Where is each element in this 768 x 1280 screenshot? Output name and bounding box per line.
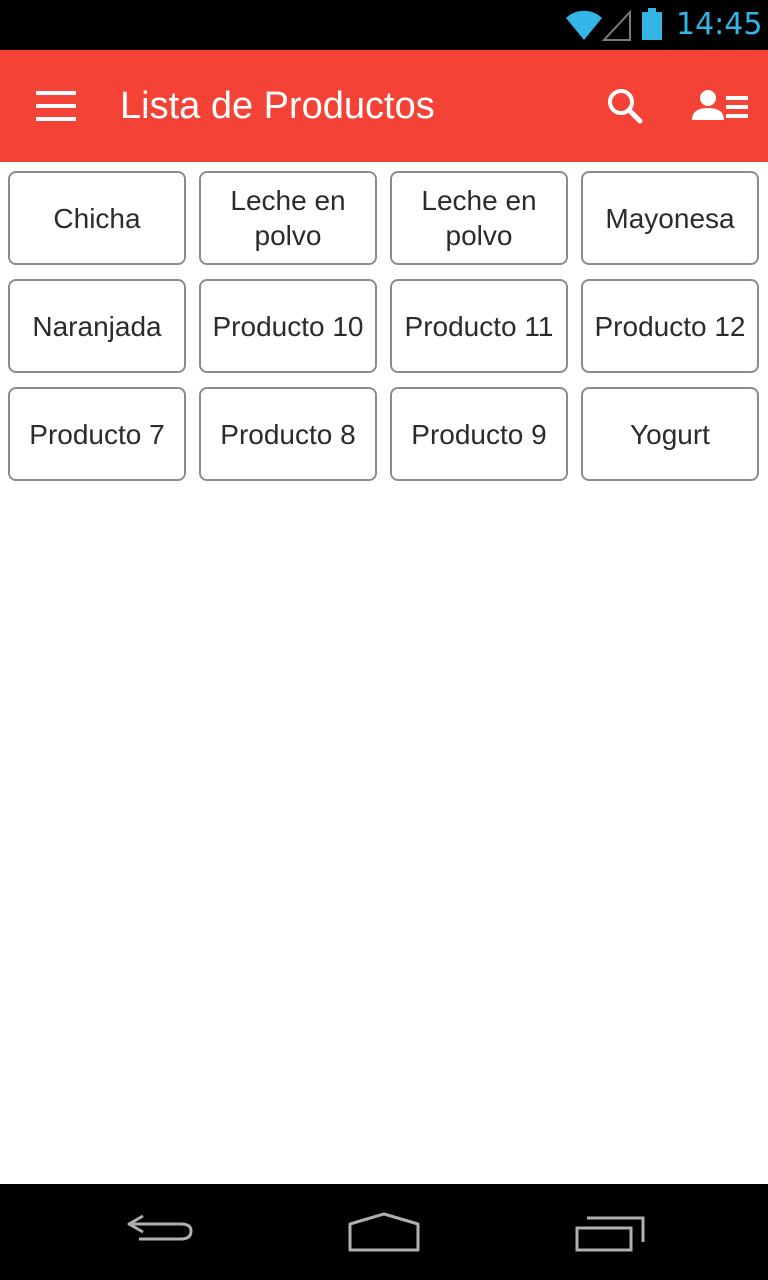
search-button[interactable] — [598, 78, 654, 134]
product-button[interactable]: Mayonesa — [581, 171, 759, 265]
product-button[interactable]: Producto 8 — [199, 387, 377, 481]
page-title: Lista de Productos — [120, 85, 435, 127]
product-button[interactable]: Leche en polvo — [390, 171, 568, 265]
back-button[interactable] — [115, 1202, 205, 1262]
clock: 14:45 — [676, 7, 763, 42]
product-button[interactable]: Naranjada — [8, 279, 186, 373]
cell-signal-icon — [602, 9, 631, 41]
navigation-bar — [0, 1184, 768, 1280]
product-button[interactable]: Chicha — [8, 171, 186, 265]
app-bar: Lista de Productos — [0, 50, 768, 162]
menu-button[interactable] — [28, 78, 84, 134]
recent-apps-icon — [575, 1216, 645, 1252]
wifi-icon — [566, 10, 602, 40]
search-icon — [608, 89, 643, 124]
product-button[interactable]: Leche en polvo — [199, 171, 377, 265]
recent-apps-button[interactable] — [565, 1202, 655, 1262]
product-button[interactable]: Producto 10 — [199, 279, 377, 373]
product-button[interactable]: Yogurt — [581, 387, 759, 481]
product-button[interactable]: Producto 9 — [390, 387, 568, 481]
product-grid: Chicha Leche en polvo Leche en polvo May… — [8, 171, 760, 481]
hamburger-menu-icon — [36, 91, 76, 121]
status-bar: 14:45 — [0, 0, 768, 50]
product-button[interactable]: Producto 7 — [8, 387, 186, 481]
user-list-icon — [692, 90, 748, 120]
user-list-button[interactable] — [688, 78, 752, 134]
battery-icon — [642, 8, 662, 40]
home-icon — [348, 1212, 420, 1252]
back-icon — [127, 1214, 193, 1241]
product-button[interactable]: Producto 12 — [581, 279, 759, 373]
product-button[interactable]: Producto 11 — [390, 279, 568, 373]
home-button[interactable] — [339, 1202, 429, 1262]
